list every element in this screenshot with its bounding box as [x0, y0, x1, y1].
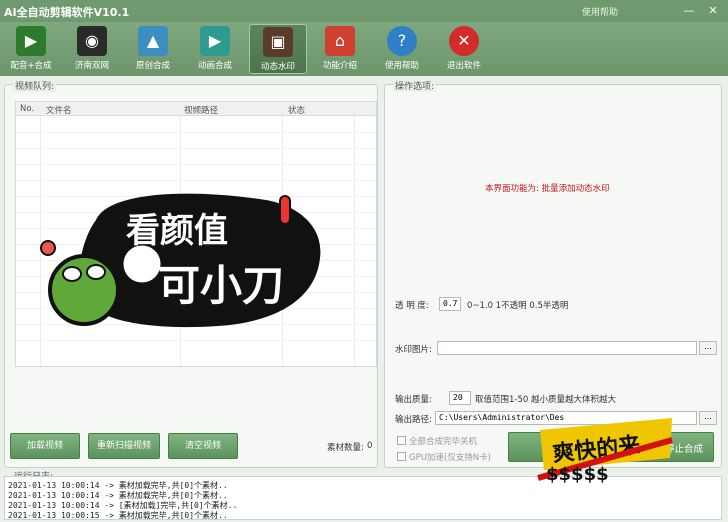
clear-video-button[interactable]: 清空视频 — [168, 433, 238, 459]
options-title: 操作选项: — [393, 79, 437, 92]
gpu-checkbox-label: GPU加速(仅支持N卡) — [409, 453, 491, 463]
watermark-input[interactable] — [437, 341, 697, 355]
opacity-input[interactable]: 0.7 — [439, 297, 461, 311]
promo-sticker: 看颜值 可小刀 — [40, 193, 321, 328]
video-queue-title: 视频队列: — [13, 79, 57, 92]
row-divider — [16, 148, 376, 149]
sticker-line-1: 看颜值 — [126, 211, 228, 251]
tool-jinan-label: 济南双网 — [74, 61, 109, 71]
shutdown-checkbox[interactable]: 全部合成完毕关机 — [397, 435, 477, 447]
column-filename[interactable]: 文件名 — [46, 104, 72, 116]
exit-icon: ✕ — [449, 26, 479, 56]
shutdown-checkbox-box[interactable] — [397, 436, 406, 445]
frog-eye-right — [86, 264, 106, 280]
tool-intro[interactable]: ⌂ 功能介绍 — [311, 24, 369, 74]
toolbar: ▶ 配音+合成 ◉ 济南双网 ▲ 原创合成 ▶ 动画合成 ▣ 动态水印 ⌂ 功能… — [0, 22, 728, 76]
material-count-value: 0 — [367, 441, 373, 451]
tool-watermark[interactable]: ▣ 动态水印 — [249, 24, 307, 74]
tool-exit-label: 退出软件 — [446, 61, 481, 71]
rescan-video-button[interactable]: 重新扫描视频 — [88, 433, 160, 459]
thermometer-icon — [279, 195, 291, 225]
picture-frame-icon: ▣ — [263, 27, 293, 57]
tool-help[interactable]: ? 使用帮助 — [373, 24, 431, 74]
frog-mascot — [48, 254, 120, 326]
quality-hint: 取值范围1-50 越小质量越大体积越大 — [475, 395, 616, 405]
quality-input[interactable]: 20 — [449, 391, 471, 405]
column-no[interactable]: No. — [20, 104, 34, 114]
film-strip-icon: ▶ — [200, 26, 230, 56]
column-path[interactable]: 视频路径 — [184, 104, 218, 116]
opacity-hint: 0~1.0 1不透明 0.5半透明 — [467, 301, 569, 311]
title-bar: AI全自动剪辑软件V10.1 使用帮助 — ✕ — [0, 0, 728, 22]
tool-original[interactable]: ▲ 原创合成 — [124, 24, 182, 74]
help-icon: ? — [387, 26, 417, 56]
opacity-label: 透 明 度: — [395, 301, 429, 311]
tool-exit[interactable]: ✕ 退出软件 — [435, 24, 493, 74]
gpu-checkbox[interactable]: GPU加速(仅支持N卡) — [397, 451, 491, 463]
clapperboard-icon: ▶ — [16, 26, 46, 56]
minimize-button[interactable]: — — [680, 3, 698, 19]
window-title: AI全自动剪辑软件V10.1 — [4, 6, 130, 19]
gpu-checkbox-box[interactable] — [397, 452, 406, 461]
column-divider — [354, 116, 355, 366]
row-divider — [16, 132, 376, 133]
tool-dubbing[interactable]: ▶ 配音+合成 — [2, 24, 60, 74]
tool-intro-label: 功能介绍 — [322, 61, 357, 71]
material-count-label: 素材数量: — [327, 443, 364, 453]
function-description: 本界面功能为: 批量添加动态水印 — [485, 184, 610, 194]
log-line: 2021-01-13 10:00:15 -> 素材加载完毕,共[0]个素材.. — [8, 511, 228, 520]
badge-dollars: $$$$$ — [546, 464, 609, 484]
tool-watermark-label: 动态水印 — [260, 62, 295, 72]
tool-animation[interactable]: ▶ 动画合成 — [186, 24, 244, 74]
tool-help-label: 使用帮助 — [384, 61, 419, 71]
promo-badge: 爽快的来 $$$$$ — [537, 418, 673, 484]
row-divider — [16, 180, 376, 181]
watermark-browse-button[interactable]: ... — [699, 341, 717, 355]
frog-eye-left — [62, 266, 82, 282]
column-status[interactable]: 状态 — [288, 104, 305, 116]
output-path-label: 输出路径: — [395, 415, 432, 425]
image-icon: ▲ — [138, 26, 168, 56]
flower-icon — [40, 240, 56, 256]
film-reel-icon: ◉ — [77, 26, 107, 56]
row-divider — [16, 164, 376, 165]
home-icon: ⌂ — [325, 26, 355, 56]
sticker-line-2: 可小刀 — [158, 261, 284, 310]
watermark-label: 水印图片: — [395, 345, 432, 355]
tool-original-label: 原创合成 — [135, 61, 170, 71]
help-link[interactable]: 使用帮助 — [582, 5, 618, 18]
tool-dubbing-label: 配音+合成 — [10, 61, 52, 71]
output-browse-button[interactable]: ... — [699, 411, 717, 425]
close-button[interactable]: ✕ — [704, 3, 722, 19]
row-divider — [16, 340, 376, 341]
shutdown-checkbox-label: 全部合成完毕关机 — [409, 437, 478, 447]
load-video-button[interactable]: 加载视频 — [10, 433, 80, 459]
quality-label: 输出质量: — [395, 395, 432, 405]
tool-animation-label: 动画合成 — [197, 61, 232, 71]
table-header: No. 文件名 视频路径 状态 — [16, 102, 376, 116]
tool-jinan[interactable]: ◉ 济南双网 — [63, 24, 121, 74]
